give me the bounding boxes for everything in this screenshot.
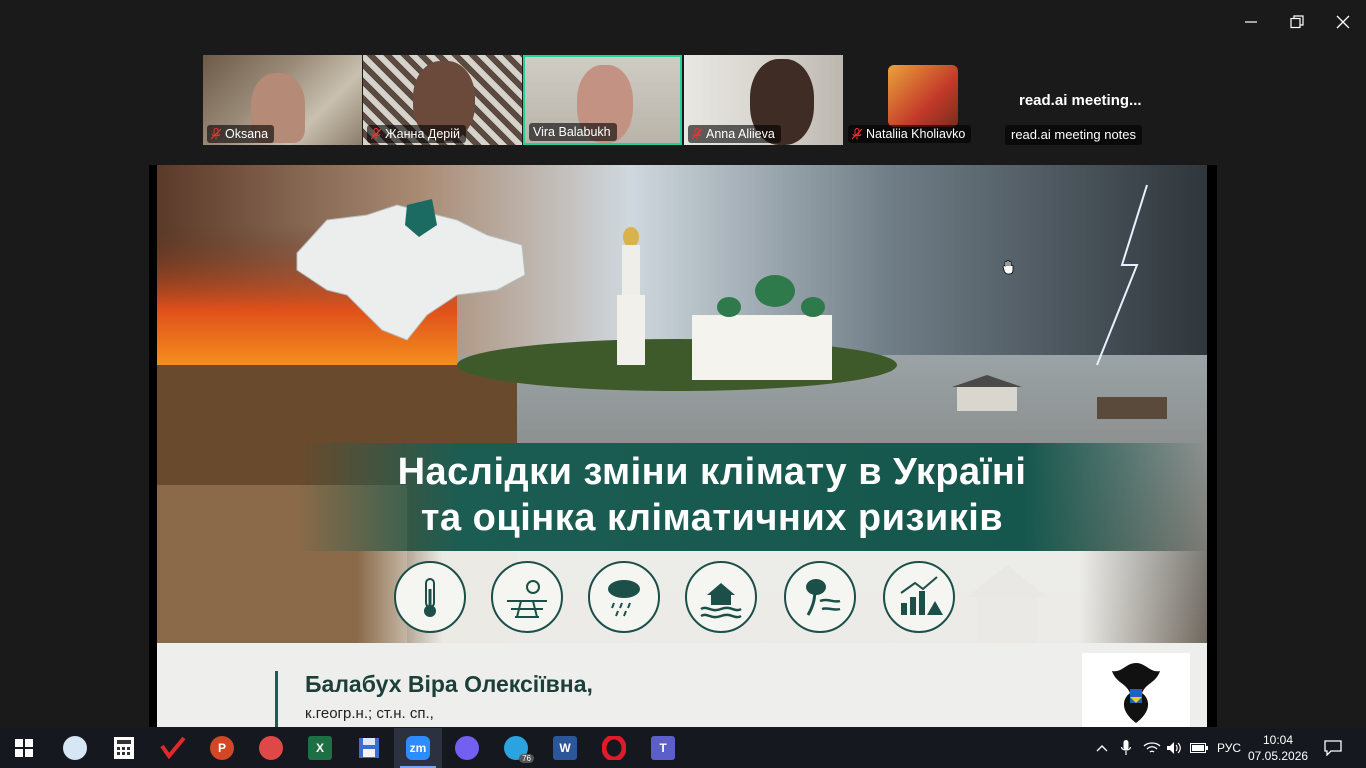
thermometer-icon: [394, 561, 466, 633]
climate-icons-row: [357, 551, 1207, 643]
muted-mic-icon: [692, 128, 702, 140]
wifi-icon: [1143, 742, 1161, 753]
muted-mic-icon: [211, 128, 221, 140]
accent-bar: [275, 671, 278, 727]
close-icon: [1336, 15, 1350, 29]
chevron-up-icon: [1096, 745, 1108, 752]
word-icon: W: [553, 736, 577, 760]
calculator-icon: [114, 737, 134, 759]
participant-name-tag: Жанна Дерій: [367, 125, 466, 143]
participant-tile-readai[interactable]: read.ai meeting... read.ai meeting notes: [1003, 55, 1158, 145]
microphone-tray-button[interactable]: [1116, 728, 1136, 768]
participant-name: Nataliia Kholiavko: [866, 127, 966, 141]
telegram-badge: 76: [519, 754, 534, 763]
language-indicator[interactable]: РУС: [1212, 728, 1246, 768]
show-hidden-icons-button[interactable]: [1092, 728, 1112, 768]
close-button[interactable]: [1320, 0, 1366, 44]
floppy-save-icon: [359, 738, 379, 758]
shared-screen: Наслідки зміни клімату в Україні та оцін…: [149, 165, 1217, 727]
author-name: Балабух Віра Олексіївна,: [305, 671, 593, 697]
network-tray-button[interactable]: [1140, 728, 1164, 768]
window-controls: [1228, 0, 1366, 44]
participant-tile-nataliia[interactable]: Nataliia Kholiavko: [844, 55, 1003, 145]
taskbar-telegram[interactable]: 76: [492, 728, 540, 768]
paint-icon: [63, 736, 87, 760]
risk-chart-icon: [883, 561, 955, 633]
opera-icon: [602, 736, 626, 760]
app-icon: [259, 736, 283, 760]
participant-name-tag: Nataliia Kholiavko: [848, 125, 972, 143]
notification-icon: [1324, 740, 1342, 756]
taskbar-paint[interactable]: [51, 728, 99, 768]
speaker-icon: [1167, 742, 1181, 754]
taskbar-teams[interactable]: T: [639, 728, 687, 768]
excel-icon: X: [308, 736, 332, 760]
volume-tray-button[interactable]: [1164, 728, 1184, 768]
taskbar-viber[interactable]: [443, 728, 491, 768]
microphone-icon: [1121, 740, 1131, 755]
participant-tile-oksana[interactable]: Oksana: [203, 55, 362, 145]
participant-tile-vira[interactable]: Vira Balabukh: [523, 55, 682, 145]
participant-tile-zhanna[interactable]: Жанна Дерій: [363, 55, 522, 145]
flood-house-icon: [685, 561, 757, 633]
zoom-icon: zm: [406, 736, 430, 760]
start-button[interactable]: [0, 728, 48, 768]
taskbar: P X zm 76 W T РУС 10:04 07.05.2026: [0, 728, 1366, 768]
readai-title: read.ai meeting...: [1019, 92, 1142, 109]
participant-name-tag: Oksana: [207, 125, 275, 143]
institute-emblem: [1082, 653, 1190, 727]
battery-icon: [1190, 743, 1208, 753]
slide-title-line-2: та оцінка кліматичних ризиків: [420, 497, 1004, 539]
participant-name: read.ai meeting notes: [1005, 125, 1143, 145]
restore-button[interactable]: [1274, 0, 1320, 44]
viber-icon: [455, 736, 479, 760]
heavy-rain-icon: [588, 561, 660, 633]
participant-tile-anna[interactable]: Anna Aliieva: [684, 55, 843, 145]
participant-name-tag: Vira Balabukh: [529, 123, 617, 141]
taskbar-clock[interactable]: 10:04 07.05.2026: [1248, 732, 1308, 764]
teams-icon: T: [651, 736, 675, 760]
muted-mic-icon: [371, 128, 381, 140]
participant-name-tag: Anna Aliieva: [688, 125, 781, 143]
participant-name: Жанна Дерій: [385, 127, 460, 141]
minimize-button[interactable]: [1228, 0, 1274, 44]
restore-icon: [1290, 15, 1304, 29]
author-degree: к.геогр.н.; ст.н. сп.,: [305, 705, 434, 722]
participant-name: Oksana: [225, 127, 269, 141]
clock-time: 10:04: [1262, 733, 1294, 747]
participant-name: Vira Balabukh: [533, 125, 611, 139]
storm-wind-icon: [784, 561, 856, 633]
taskbar-excel[interactable]: X: [296, 728, 344, 768]
taskbar-save-app[interactable]: [345, 728, 393, 768]
battery-tray-button[interactable]: [1188, 728, 1210, 768]
taskbar-opera[interactable]: [590, 728, 638, 768]
muted-mic-icon: [852, 128, 862, 140]
heat-drought-icon: [491, 561, 563, 633]
presentation-slide: Наслідки зміни клімату в Україні та оцін…: [157, 165, 1207, 727]
slide-title-line-1: Наслідки зміни клімату в Україні: [397, 451, 1027, 493]
taskbar-app[interactable]: [247, 728, 295, 768]
checkmark-app-icon: [160, 736, 186, 760]
taskbar-zoom[interactable]: zm: [394, 728, 442, 768]
taskbar-word[interactable]: W: [541, 728, 589, 768]
taskbar-powerpoint[interactable]: P: [198, 728, 246, 768]
notifications-button[interactable]: [1316, 728, 1350, 768]
hand-cursor-icon: [1002, 259, 1014, 275]
clock-date: 07.05.2026: [1248, 749, 1309, 763]
windows-icon: [15, 739, 33, 757]
minimize-icon: [1245, 21, 1257, 23]
taskbar-checkmark-app[interactable]: [149, 728, 197, 768]
participant-profile-photo: [888, 65, 958, 127]
taskbar-calculator[interactable]: [100, 728, 148, 768]
participant-name: Anna Aliieva: [706, 127, 775, 141]
powerpoint-icon: P: [210, 736, 234, 760]
